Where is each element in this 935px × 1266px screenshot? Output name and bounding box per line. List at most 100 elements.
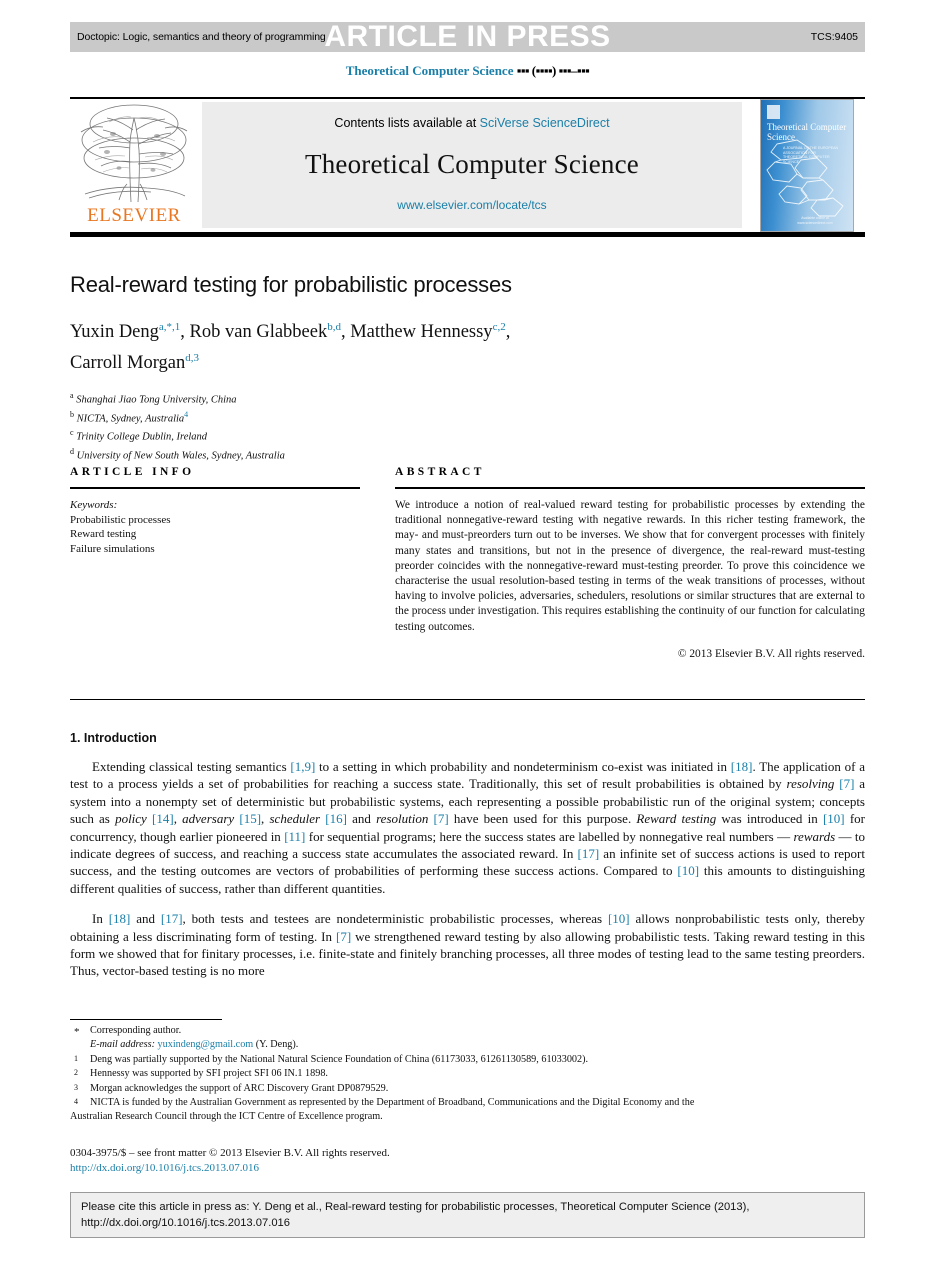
footnote-text: Morgan acknowledges the support of ARC D… — [90, 1082, 389, 1094]
journal-masthead: ELSEVIER Contents lists available at Sci… — [70, 97, 865, 237]
abstract-heading: ABSTRACT — [395, 466, 485, 478]
keywords-label: Keywords: — [70, 499, 118, 511]
text-run: to a setting in which probability and no… — [315, 759, 731, 774]
affiliation-item: a Shanghai Jiao Tong University, China — [70, 389, 865, 408]
affiliation-mark: d — [70, 446, 74, 456]
footnote-text: Corresponding author. — [90, 1025, 182, 1036]
footnote-text: Hennessy was supported by SFI project SF… — [90, 1068, 328, 1080]
journal-homepage-link[interactable]: www.elsevier.com/locate/tcs — [397, 198, 546, 212]
author-name: , Matthew Hennessy — [340, 322, 493, 343]
article-info-rule — [70, 487, 360, 489]
email-link[interactable]: yuxindeng@gmail.com — [158, 1039, 254, 1050]
keywords-block: Keywords: Probabilistic processes Reward… — [70, 498, 360, 556]
text-run: and — [346, 811, 377, 827]
affiliation-item: d University of New South Wales, Sydney,… — [70, 445, 865, 464]
introduction-paragraph-1: Extending classical testing semantics [1… — [70, 758, 865, 897]
journal-cover-thumbnail: Theoretical Computer Science A JOURNAL O… — [760, 99, 854, 232]
issn-copyright-line: 0304-3975/$ – see front matter © 2013 El… — [70, 1147, 390, 1159]
authors-separator: , — [505, 322, 511, 343]
elsevier-wordmark: ELSEVIER — [87, 205, 181, 226]
emphasis-run: policy — [115, 811, 147, 827]
text-run: , — [173, 811, 183, 827]
doi-link[interactable]: http://dx.doi.org/10.1016/j.tcs.2013.07.… — [70, 1161, 865, 1176]
article-info-column: ARTICLE INFO Keywords: Probabilistic pro… — [70, 466, 360, 556]
running-head: Theoretical Computer Science ▪▪▪ (▪▪▪▪) … — [70, 63, 865, 79]
abstract-rule — [395, 487, 865, 489]
tcs-code: TCS:9405 — [810, 31, 858, 43]
citation-link[interactable]: [16] — [325, 811, 347, 826]
running-head-issue: ▪▪▪ (▪▪▪▪) ▪▪▪–▪▪▪ — [516, 63, 590, 78]
abstract-copyright: © 2013 Elsevier B.V. All rights reserved… — [677, 647, 865, 660]
citation-link[interactable]: [10] — [608, 911, 630, 926]
citation-link[interactable]: [11] — [284, 829, 305, 844]
sciencedirect-link[interactable]: SciVerse ScienceDirect — [480, 116, 610, 130]
author-name: Carroll Morgan — [70, 353, 186, 374]
citation-link[interactable]: [10] — [823, 811, 845, 826]
text-run: In — [92, 911, 109, 927]
emphasis-run: adversary — [182, 811, 235, 827]
emphasis-run: scheduler — [269, 811, 321, 827]
footnote-rule — [70, 1019, 222, 1020]
citation-link[interactable]: [15] — [239, 811, 261, 826]
title-block: Real-reward testing for probabilistic pr… — [70, 272, 865, 463]
cover-molecule-icon — [766, 139, 844, 217]
email-label: E-mail address: — [90, 1039, 155, 1051]
introduction-heading: 1. Introduction — [70, 731, 157, 745]
doctopic-label: Doctopic: Logic, semantics and theory of… — [77, 31, 326, 43]
citation-link[interactable]: [1,9] — [290, 759, 315, 774]
emphasis-run: Reward testing — [636, 811, 717, 827]
article-in-press-bar: Doctopic: Logic, semantics and theory of… — [70, 20, 865, 53]
footnote-mark: 3 — [74, 1082, 78, 1092]
contents-available-line: Contents lists available at SciVerse Sci… — [334, 116, 609, 130]
journal-title: Theoretical Computer Science — [305, 148, 639, 179]
footnote-corresponding: * Corresponding author. — [70, 1024, 865, 1038]
footnote-mark: * — [74, 1026, 80, 1038]
author-affil-marks: c,2 — [492, 321, 506, 333]
masthead-top-rule — [70, 97, 865, 99]
footnote-text: Deng was partially supported by the Nati… — [90, 1053, 589, 1065]
text-run: was introduced in — [716, 811, 823, 827]
footnote-text: NICTA is funded by the Australian Govern… — [90, 1097, 695, 1109]
affiliation-note-mark: 4 — [184, 409, 189, 419]
cover-footer: Available online at www.sciencedirect.co… — [797, 216, 833, 225]
emphasis-run: resolution — [376, 811, 429, 827]
citation-link[interactable]: [18] — [731, 759, 753, 774]
affiliation-text: University of New South Wales, Sydney, A… — [76, 450, 285, 462]
author-affil-marks: b,d — [327, 321, 341, 333]
elsevier-logo: ELSEVIER — [73, 102, 195, 228]
author-affil-marks: a,*,1 — [158, 321, 181, 333]
text-run: have been used for this purpose. — [448, 811, 637, 827]
affiliation-text: Shanghai Jiao Tong University, China — [76, 394, 237, 406]
cite-line-1: Please cite this article in press as: Y.… — [81, 1201, 750, 1213]
author-name: , Rob van Glabbeek — [180, 322, 328, 343]
citation-link[interactable]: [7] — [434, 811, 449, 826]
affiliation-item: b NICTA, Sydney, Australia4 — [70, 408, 865, 427]
affiliation-item: c Trinity College Dublin, Ireland — [70, 426, 865, 445]
keyword-item: Failure simulations — [70, 542, 155, 555]
citation-link[interactable]: [7] — [336, 929, 351, 944]
contents-panel: Contents lists available at SciVerse Sci… — [202, 102, 742, 228]
contents-prefix: Contents lists available at — [334, 116, 477, 130]
introduction-section: 1. Introduction Extending classical test… — [70, 731, 865, 993]
text-run: and — [130, 911, 161, 927]
authors-list: Yuxin Denga,*,1, Rob van Glabbeekb,d, Ma… — [70, 314, 670, 376]
citation-link[interactable]: [17] — [578, 846, 600, 861]
citation-link[interactable]: [10] — [677, 863, 699, 878]
footnote-4: 4 NICTA is funded by the Australian Gove… — [70, 1096, 865, 1110]
emphasis-run: resolving — [786, 776, 835, 792]
citation-link[interactable]: [7] — [839, 776, 854, 791]
affiliation-mark: c — [70, 428, 74, 438]
affiliation-mark: a — [70, 391, 74, 401]
citation-link[interactable]: [17] — [161, 911, 183, 926]
abstract-section-bottom-rule — [70, 699, 865, 700]
citation-link[interactable]: [14] — [152, 811, 174, 826]
elsevier-tree-icon — [80, 104, 188, 203]
footnote-1: 1 Deng was partially supported by the Na… — [70, 1053, 865, 1067]
cite-this-article-box: Please cite this article in press as: Y.… — [70, 1192, 865, 1238]
introduction-paragraph-2: In [18] and [17], both tests and testees… — [70, 910, 865, 980]
citation-link[interactable]: [18] — [109, 911, 131, 926]
affiliation-mark: b — [70, 409, 74, 419]
cite-line-2: http://dx.doi.org/10.1016/j.tcs.2013.07.… — [81, 1216, 290, 1229]
footnote-2: 2 Hennessy was supported by SFI project … — [70, 1067, 865, 1081]
footnotes-block: * Corresponding author. E-mail address: … — [70, 1024, 865, 1125]
